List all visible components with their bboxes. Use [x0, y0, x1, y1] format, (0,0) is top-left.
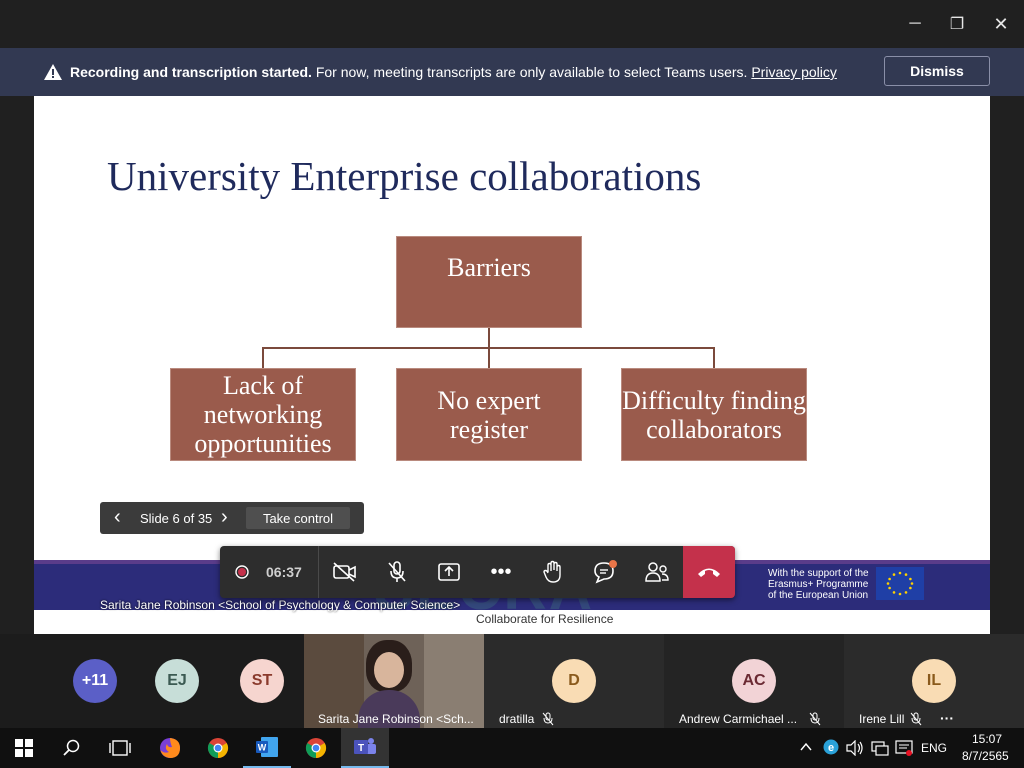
participant-avatar: D — [552, 659, 596, 703]
next-slide-button[interactable]: › — [221, 506, 228, 529]
banner-message: Recording and transcription started. For… — [70, 64, 837, 80]
eu-support-text: With the support of the Erasmus+ Program… — [768, 568, 869, 601]
diagram-box-child: Lack of networking opportunities — [170, 368, 356, 461]
notification-icon[interactable] — [895, 740, 913, 756]
footer-tagline: Collaborate for Resilience — [476, 612, 614, 626]
microphone-off-icon — [388, 561, 406, 582]
microphone-button[interactable] — [371, 546, 423, 598]
dismiss-button[interactable]: Dismiss — [884, 56, 990, 86]
window-title-bar: ─ ❐ ✕ — [0, 0, 1024, 48]
maximize-icon: ❐ — [949, 16, 965, 33]
clock-date[interactable]: 8/7/2565 — [962, 749, 1009, 763]
diagram-box-barriers: Barriers — [396, 236, 582, 328]
minimize-icon: ─ — [909, 15, 921, 32]
more-icon: ••• — [490, 560, 512, 583]
slide-counter: Slide 6 of 35 — [140, 511, 213, 526]
participant-strip: +11 EJ ST Sarita Jane Robinson <Sch... D… — [0, 634, 1024, 728]
participant-avatar: AC — [732, 659, 776, 703]
search-icon — [63, 739, 80, 756]
recording-banner: Recording and transcription started. For… — [0, 48, 1024, 96]
close-button[interactable]: ✕ — [978, 0, 1024, 48]
svg-text:T: T — [358, 743, 364, 754]
participant-avatar[interactable]: EJ — [155, 659, 199, 703]
task-view-button[interactable] — [96, 728, 144, 768]
connector-line — [713, 347, 715, 369]
windows-icon — [15, 739, 33, 757]
participant-tile[interactable]: IL Irene Lill ··· — [844, 634, 1024, 728]
camera-off-icon — [333, 562, 356, 582]
chrome-icon — [305, 738, 327, 759]
word-icon: W — [256, 737, 278, 757]
more-actions-button[interactable]: ••• — [475, 546, 527, 598]
recording-icon — [235, 565, 249, 579]
teams-taskbar-button[interactable]: T — [341, 728, 389, 768]
participant-name: Andrew Carmichael ... — [679, 712, 798, 726]
muted-microphone-icon — [809, 712, 821, 726]
muted-microphone-icon — [542, 712, 554, 726]
network-icon[interactable] — [871, 740, 889, 756]
windows-taskbar: W T e ENG 15:07 8/7/2565 — [0, 728, 1024, 768]
connector-line — [488, 328, 490, 348]
participant-name: Irene Lill — [859, 712, 905, 726]
call-timer: 06:37 — [266, 564, 302, 580]
task-view-icon — [109, 740, 131, 756]
leave-call-button[interactable] — [683, 546, 735, 598]
participant-video-tile[interactable]: Sarita Jane Robinson <Sch... — [304, 634, 484, 728]
teams-icon: T — [354, 738, 376, 754]
participant-name: Sarita Jane Robinson <Sch... — [318, 712, 474, 726]
previous-slide-button[interactable]: ‹ — [114, 506, 121, 529]
clock-time[interactable]: 15:07 — [972, 732, 1002, 746]
eu-flag-icon — [876, 567, 924, 600]
warning-icon — [44, 64, 62, 80]
firefox-taskbar-button[interactable] — [146, 728, 194, 768]
raise-hand-button[interactable] — [527, 546, 579, 598]
input-language[interactable]: ENG — [921, 741, 947, 755]
chrome-taskbar-button[interactable] — [194, 728, 242, 768]
start-button[interactable] — [0, 728, 48, 768]
privacy-policy-link[interactable]: Privacy policy — [751, 64, 837, 80]
banner-bold-text: Recording and transcription started. — [70, 64, 312, 80]
slide-title: University Enterprise collaborations — [107, 153, 702, 199]
hang-up-icon — [698, 568, 720, 577]
edge-icon[interactable]: e — [823, 739, 839, 755]
word-taskbar-button[interactable]: W — [243, 728, 291, 768]
people-icon — [645, 562, 669, 582]
participants-button[interactable] — [631, 546, 683, 598]
overflow-participants-button[interactable]: +11 — [73, 659, 117, 703]
svg-text:e: e — [828, 742, 834, 754]
search-button[interactable] — [48, 728, 96, 768]
chevron-up-icon[interactable] — [800, 742, 812, 752]
share-screen-icon — [438, 563, 460, 581]
hand-icon — [543, 560, 561, 583]
firefox-icon — [160, 738, 180, 758]
connector-line — [262, 347, 264, 369]
slide-navigation: ‹ Slide 6 of 35 › Take control — [100, 502, 364, 534]
diagram-box-child: No expert register — [396, 368, 582, 461]
presenter-overlay-name: Sarita Jane Robinson <School of Psycholo… — [100, 598, 461, 612]
volume-icon[interactable] — [846, 740, 864, 756]
participant-name: dratilla — [499, 712, 535, 726]
diagram-box-child: Difficulty finding collaborators — [621, 368, 807, 461]
participant-avatar: IL — [912, 659, 956, 703]
take-control-button[interactable]: Take control — [246, 507, 350, 529]
maximize-button[interactable]: ❐ — [934, 0, 980, 48]
connector-line — [488, 347, 490, 369]
call-control-bar: 06:37 ••• — [220, 546, 735, 598]
more-options-button[interactable]: ··· — [940, 710, 954, 726]
chrome-taskbar-button[interactable] — [292, 728, 340, 768]
chat-button[interactable] — [579, 546, 631, 598]
banner-text: For now, meeting transcripts are only av… — [315, 64, 748, 80]
camera-button[interactable] — [319, 546, 371, 598]
svg-text:W: W — [258, 743, 267, 753]
participant-avatar[interactable]: ST — [240, 659, 284, 703]
share-content-button[interactable] — [423, 546, 475, 598]
minimize-button[interactable]: ─ — [892, 0, 938, 48]
close-icon: ✕ — [993, 13, 1009, 34]
muted-microphone-icon — [910, 712, 922, 726]
participant-tile[interactable]: AC Andrew Carmichael ... — [664, 634, 844, 728]
participant-tile[interactable]: D dratilla — [484, 634, 664, 728]
chat-icon — [594, 560, 617, 584]
chrome-icon — [207, 738, 229, 759]
